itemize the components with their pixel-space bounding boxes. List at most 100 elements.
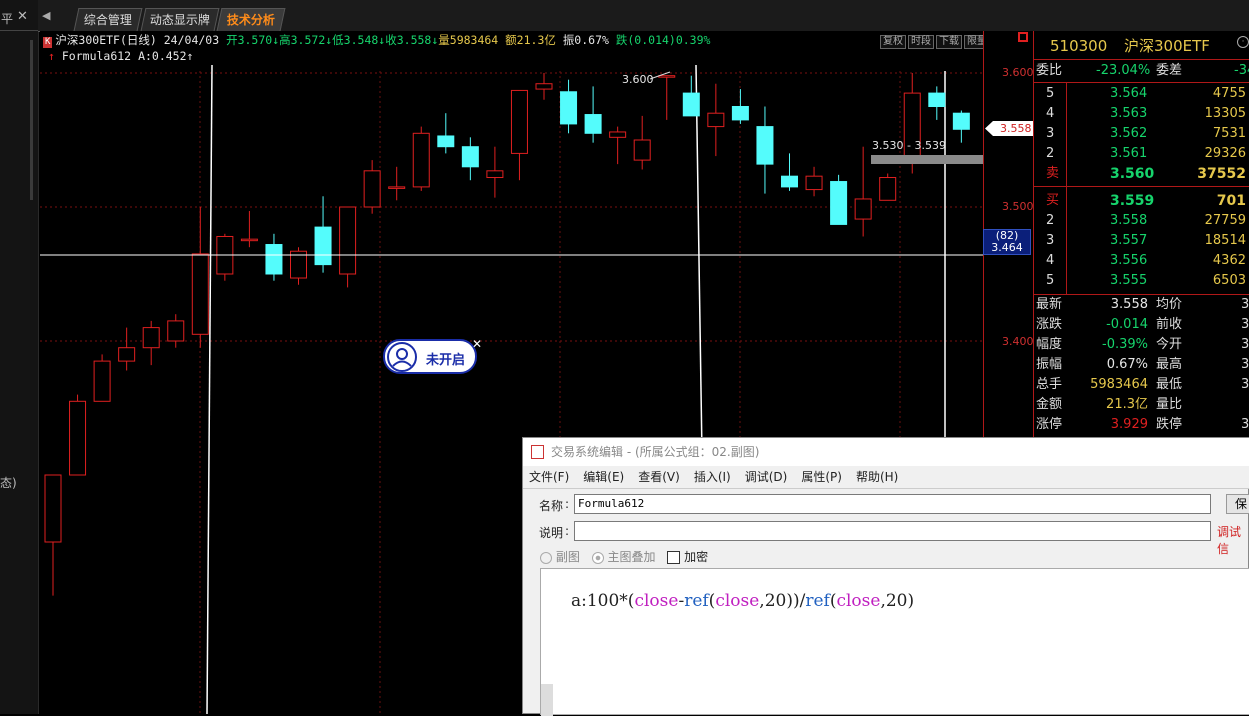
level-price: 3.557 <box>1110 233 1148 248</box>
app-icon <box>531 445 544 459</box>
level-price: 3.560 <box>1110 166 1155 182</box>
name-label: 名称 <box>539 499 564 513</box>
save-button[interactable]: 保 <box>1226 494 1249 514</box>
settings-icon[interactable]: · <box>1237 36 1249 48</box>
stat-row: 最新 3.558 均价 3 <box>1034 295 1249 315</box>
weibi-value: -23.04% <box>1096 63 1151 78</box>
candle-body <box>265 244 283 275</box>
candle-body <box>756 126 774 165</box>
buy-level-row[interactable]: 3 3.557 18514 <box>1034 231 1249 251</box>
level-price: 3.558 <box>1110 213 1148 228</box>
axis-label-top: 3.600 <box>1002 66 1034 79</box>
security-name: 沪深300ETF <box>1124 37 1210 55</box>
candle-body <box>486 170 504 179</box>
stat-row: 涨跌 -0.014 前收 3 <box>1034 315 1249 335</box>
stat-label: 涨停 <box>1036 417 1063 432</box>
buy-level-row[interactable]: 买 3.559 701 <box>1034 191 1249 211</box>
menu-insert[interactable]: 插入(I) <box>694 470 731 484</box>
editor-scrollbar[interactable] <box>541 684 553 716</box>
sell-level-row[interactable]: 2 3.561 29326 <box>1034 144 1249 164</box>
stat-row: 振幅 0.67% 最高 3 <box>1034 355 1249 375</box>
candle-body <box>633 139 651 161</box>
buy-level-row[interactable]: 5 3.555 6503 <box>1034 271 1249 291</box>
collapse-icon[interactable]: ◀ <box>42 9 50 22</box>
level-label: 卖 <box>1046 166 1060 181</box>
weibi-row: 委比 -23.04% 委差 -34 <box>1034 61 1249 81</box>
low-value: 低3.548↓ <box>332 33 386 47</box>
level-price: 3.555 <box>1110 273 1148 288</box>
level-volume: 4362 <box>1212 253 1246 268</box>
sell-level-row[interactable]: 3 3.562 7531 <box>1034 124 1249 144</box>
weicha-value: -34 <box>1234 63 1249 78</box>
book-divider <box>1034 186 1249 187</box>
status-popup[interactable]: 未开启 ✕ <box>383 337 482 375</box>
adjust-button[interactable]: 复权 <box>880 35 906 49</box>
menu-help[interactable]: 帮助(H) <box>856 470 898 484</box>
name-field[interactable]: Formula612 <box>574 494 1211 514</box>
tab-dynamic-board[interactable]: 动态显示牌 <box>140 8 220 31</box>
candle-body <box>682 92 700 117</box>
overlay-label: 主图叠加 <box>607 550 656 564</box>
stat-value: -0.39% <box>1102 337 1148 352</box>
sub-chart-radio[interactable] <box>540 551 552 564</box>
menu-file[interactable]: 文件(F) <box>529 470 569 484</box>
stat-label-2: 量比 <box>1156 397 1183 412</box>
dialog-title-bar[interactable]: 交易系统编辑 - (所属公式组：02.副图) <box>523 438 1249 466</box>
weicha-label: 委差 <box>1156 63 1183 78</box>
menu-view[interactable]: 查看(V) <box>638 470 680 484</box>
candle-body <box>93 360 111 402</box>
candle-body <box>952 112 970 130</box>
level-label: 5 <box>1046 86 1055 101</box>
debug-info-link[interactable]: 调试信 <box>1217 523 1248 557</box>
level-volume: 701 <box>1216 193 1246 209</box>
menu-properties[interactable]: 属性(P) <box>801 470 842 484</box>
level-price: 3.563 <box>1110 106 1148 121</box>
crosshair-readout: (82) 3.464 <box>983 229 1031 255</box>
sell-level-row[interactable]: 5 3.564 4755 <box>1034 84 1249 104</box>
level-label: 买 <box>1046 193 1060 208</box>
period-button[interactable]: 时段 <box>908 35 934 49</box>
open-value: 开3.570↓ <box>226 33 280 47</box>
tab-overview[interactable]: 综合管理 <box>73 8 143 31</box>
overlay-radio[interactable] <box>591 551 604 564</box>
description-field[interactable] <box>574 521 1211 541</box>
stat-row: 金额 21.3亿 量比 <box>1034 395 1249 415</box>
k-badge[interactable]: K <box>43 37 53 48</box>
stat-value-2: 3 <box>1241 357 1249 372</box>
candle-body <box>191 253 209 335</box>
chart-info-bar: K 沪深300ETF(日线) 24/04/03 开3.570↓高3.572↓低3.… <box>40 32 710 48</box>
sell-level-row[interactable]: 4 3.563 13305 <box>1034 104 1249 124</box>
chart-date: 24/04/03 <box>163 33 220 47</box>
menu-debug[interactable]: 调试(D) <box>745 470 788 484</box>
candle-body <box>314 226 332 266</box>
panel-toggle-icon[interactable] <box>1018 32 1028 42</box>
level-volume: 4755 <box>1212 86 1246 101</box>
stat-label: 幅度 <box>1036 337 1063 352</box>
code-editor[interactable]: a:100*(close-ref(close,20))/ref(close,20… <box>540 568 1249 716</box>
current-price-tag: 3.558 <box>985 121 1033 136</box>
left-panel-scrollbar[interactable] <box>30 40 33 200</box>
tab-technical-analysis[interactable]: 技术分析 <box>216 8 286 31</box>
code-line: a:100*(close-ref(close,20))/ref(close,20… <box>571 591 915 611</box>
chart-toolbar: 复权 时段 下载 限量 <box>878 33 990 49</box>
encrypt-checkbox[interactable] <box>667 551 681 564</box>
candle-body <box>830 181 848 225</box>
stat-row: 涨停 3.929 跌停 3 <box>1034 415 1249 435</box>
formula-editor-dialog: 交易系统编辑 - (所属公式组：02.副图) 文件(F) 编辑(E) 查看(V) 插入… <box>522 437 1249 716</box>
buy-level-row[interactable]: 4 3.556 4362 <box>1034 251 1249 271</box>
user-icon <box>392 348 412 367</box>
buy-level-row[interactable]: 2 3.558 27759 <box>1034 211 1249 231</box>
formula-name: Formula612 <box>61 49 132 63</box>
sell-level-row[interactable]: 卖 3.560 37552 <box>1034 164 1249 184</box>
menu-edit[interactable]: 编辑(E) <box>583 470 624 484</box>
dialog-title: 交易系统编辑 - (所属公式组：02.副图) <box>551 445 760 459</box>
download-button[interactable]: 下载 <box>936 35 962 49</box>
close-icon[interactable]: ✕ <box>17 9 28 24</box>
popup-close-icon[interactable]: ✕ <box>472 337 482 351</box>
stat-row: 总手 5983464 最低 3 <box>1034 375 1249 395</box>
volume-value: 量5983464 <box>438 33 499 47</box>
candle-body <box>240 238 258 242</box>
left-panel-divider <box>0 30 38 31</box>
stat-label-2: 最低 <box>1156 377 1183 392</box>
tab-bar: ◀ 综合管理 动态显示牌 技术分析 <box>38 0 1249 32</box>
